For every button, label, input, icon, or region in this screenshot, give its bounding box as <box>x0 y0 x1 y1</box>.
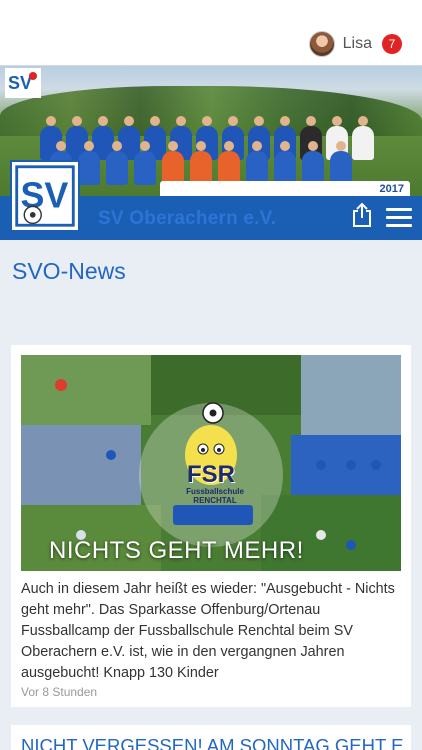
news-text: Auch in diesem Jahr heißt es wieder: "Au… <box>21 581 395 681</box>
photo-year: 2017 <box>379 183 404 195</box>
photo-banner <box>160 181 410 196</box>
club-logo[interactable]: SV <box>10 160 80 232</box>
top-bar: Lisa 7 <box>0 0 422 66</box>
news-title[interactable]: NICHTS GEHT MEHR! <box>49 537 304 565</box>
username[interactable]: Lisa <box>343 35 372 53</box>
news-card[interactable]: FSR Fussballschule RENCHTAL NICHTS GEHT … <box>11 345 411 707</box>
fsr-logo-text: FSR <box>187 461 235 488</box>
fsr-logo-subtext: Fussballschule RENCHTAL <box>186 487 244 505</box>
menu-icon[interactable] <box>386 208 412 228</box>
news-image[interactable]: FSR Fussballschule RENCHTAL NICHTS GEHT … <box>21 355 401 571</box>
news-title[interactable]: NICHT VERGESSEN! AM SONNTAG GEHT E <box>21 735 403 750</box>
section-title: SVO-News <box>12 258 126 284</box>
notification-badge[interactable]: 7 <box>382 34 402 54</box>
club-name: SV Oberachern e.V. <box>98 208 277 229</box>
sv-corner-logo: SV <box>5 68 41 98</box>
user-menu[interactable]: Lisa 7 <box>308 30 402 58</box>
news-card[interactable]: NICHT VERGESSEN! AM SONNTAG GEHT E <box>11 725 411 750</box>
avatar[interactable] <box>308 31 335 57</box>
svg-text:SV: SV <box>8 73 32 93</box>
share-icon[interactable] <box>350 202 374 228</box>
news-time: Vor 8 Stunden <box>21 685 98 699</box>
